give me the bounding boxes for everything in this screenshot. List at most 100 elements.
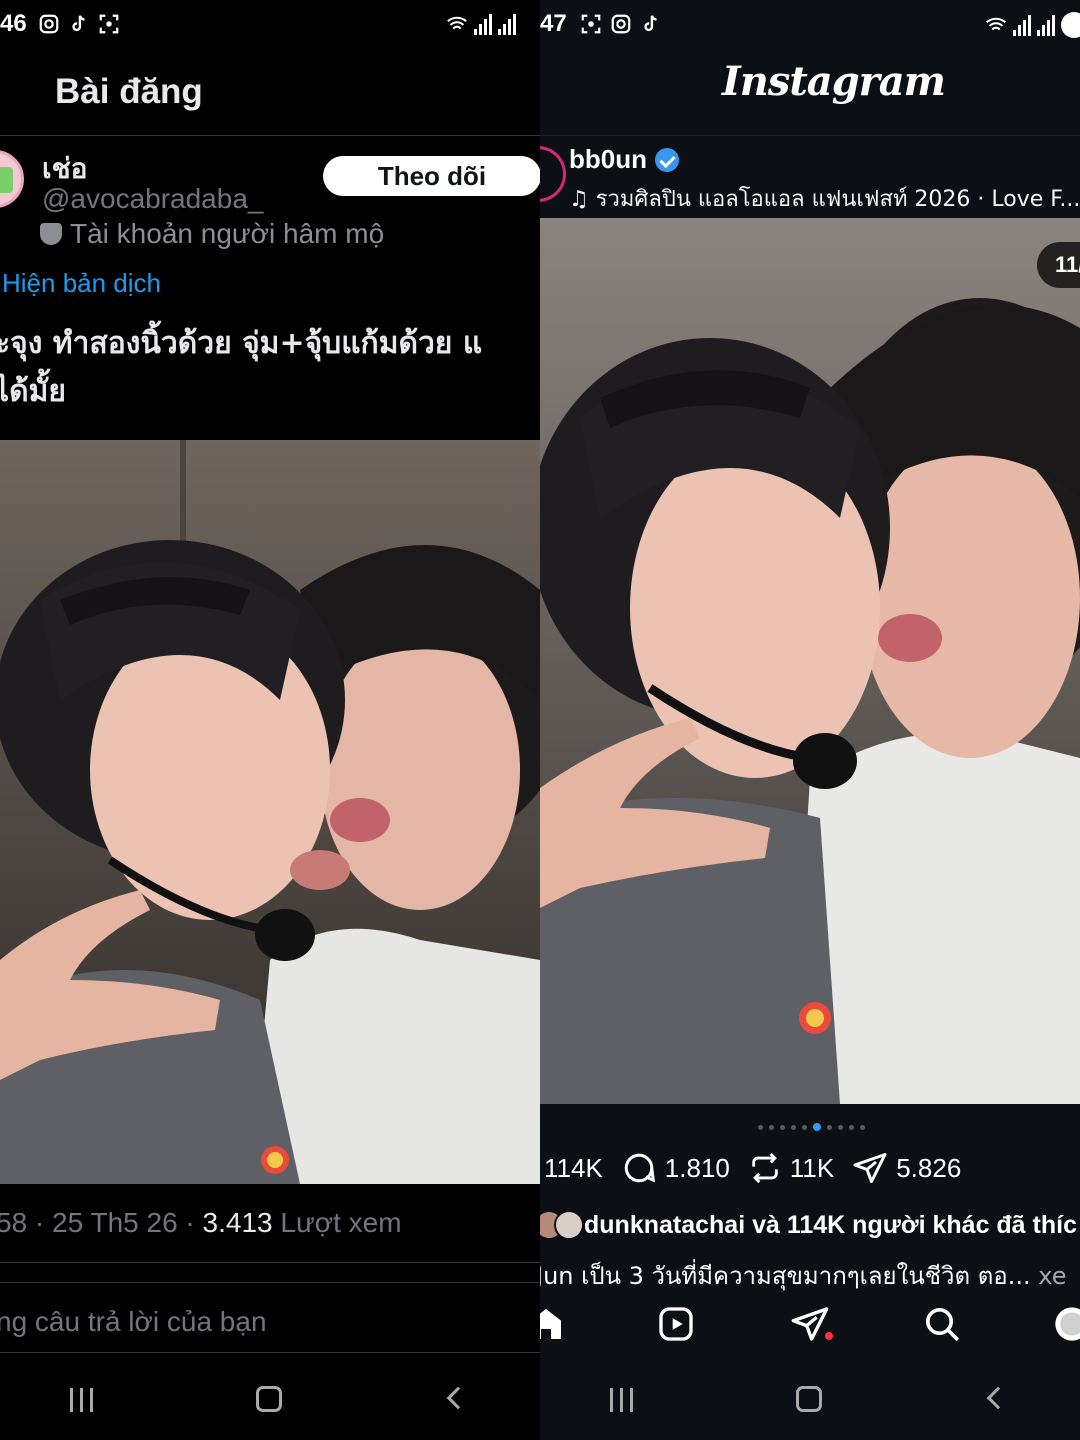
- wifi-icon: [447, 16, 467, 30]
- post-time: 58: [0, 1207, 28, 1238]
- back-button[interactable]: [446, 1386, 470, 1410]
- view-count: 3.413: [202, 1207, 273, 1238]
- signal-icon: [1037, 14, 1055, 36]
- repost-action[interactable]: 11K: [748, 1151, 834, 1185]
- like-count[interactable]: 114K: [544, 1153, 603, 1184]
- screenshot-icon: [99, 14, 119, 34]
- instagram-tab-bar: [540, 1296, 1080, 1356]
- status-system-icons: [985, 12, 1080, 38]
- search-icon[interactable]: [922, 1304, 962, 1344]
- follow-button[interactable]: Theo dõi: [323, 156, 540, 196]
- tiktok-icon: [72, 15, 85, 32]
- battery-icon: [1061, 12, 1080, 38]
- post-date: 25 Th5 26: [52, 1207, 178, 1238]
- reply-input[interactable]: ng câu trả lời của bạn: [0, 1306, 267, 1338]
- comment-icon[interactable]: [621, 1150, 657, 1186]
- screenshot-icon: [581, 14, 601, 34]
- signal-icon: [498, 13, 516, 35]
- carousel-dot: [827, 1124, 832, 1130]
- carousel-dot: [769, 1124, 774, 1130]
- status-system-icons: [446, 12, 516, 36]
- username[interactable]: bb0un: [569, 144, 647, 175]
- share-action[interactable]: 5.826: [852, 1150, 961, 1186]
- send-icon[interactable]: [790, 1304, 830, 1344]
- fan-account-label: Tài khoản người hâm mộ: [70, 218, 385, 249]
- view-label: Lượt xem: [280, 1207, 402, 1238]
- photo-illustration: [0, 440, 540, 1184]
- instagram-icon: [39, 14, 59, 34]
- carousel-dot: [780, 1124, 785, 1130]
- post-meta: 58 · 25 Th5 26 · 3.413 Lượt xem: [0, 1207, 402, 1239]
- divider: [0, 1262, 540, 1263]
- like-action[interactable]: 114K: [544, 1153, 603, 1184]
- instagram-logo[interactable]: Instagram: [722, 58, 946, 105]
- status-notification-icons: [38, 12, 120, 36]
- signal-icon: [474, 13, 492, 35]
- status-bar: 47: [540, 0, 1080, 50]
- carousel-counter: 11/: [1037, 242, 1080, 288]
- divider: [0, 1352, 540, 1353]
- liked-by-text[interactable]: dunknatachai và 114K người khác đã thíc: [584, 1211, 1077, 1240]
- status-time: 47: [540, 10, 567, 37]
- divider: [0, 135, 540, 136]
- verified-badge-icon: [655, 147, 679, 172]
- music-title[interactable]: รวมศิลปิน แอลโอแอล แฟนเฟสท์ 2026 · Love …: [596, 187, 1080, 212]
- system-nav-bar: [540, 1370, 1080, 1440]
- author-handle[interactable]: @avocabradaba_: [42, 183, 263, 215]
- system-nav-bar: [0, 1370, 540, 1440]
- home-button[interactable]: [256, 1386, 282, 1412]
- divider: [540, 135, 1080, 136]
- carousel-indicator: [758, 1123, 865, 1131]
- status-time: 46: [0, 10, 27, 37]
- wifi-icon: [986, 17, 1006, 31]
- carousel-dot: [758, 1124, 763, 1130]
- home-icon[interactable]: [540, 1304, 566, 1344]
- x-app-pane: 46 Bài đăng เช่อ @avocabradaba_ Tài khoả…: [0, 0, 540, 1440]
- show-translation-link[interactable]: Hiện bản dịch: [2, 268, 161, 299]
- back-button[interactable]: [986, 1386, 1010, 1410]
- music-label[interactable]: ♫ รวมศิลปิน แอลโอแอล แฟนเฟสท์ 2026 · Lov…: [569, 181, 1080, 216]
- comment-action[interactable]: 1.810: [621, 1150, 730, 1186]
- post-photo[interactable]: [0, 440, 540, 1184]
- page-title: Bài đăng: [55, 72, 203, 111]
- instagram-app-pane: 47 Instagram bb0un ♫ รวมศิลปิน แอลโอแอล …: [540, 0, 1080, 1440]
- send-icon[interactable]: [852, 1150, 888, 1186]
- post-author[interactable]: bb0un: [569, 144, 679, 175]
- recents-button[interactable]: [610, 1388, 633, 1412]
- carousel-dot: [860, 1124, 865, 1130]
- avatar[interactable]: [540, 146, 566, 202]
- fan-account-badge: Tài khoản người hâm mộ: [40, 218, 384, 250]
- instagram-icon: [611, 14, 631, 34]
- notification-dot: [825, 1332, 833, 1340]
- avatar[interactable]: [0, 150, 24, 208]
- post-photo[interactable]: [540, 218, 1080, 1104]
- comment-count[interactable]: 1.810: [665, 1153, 730, 1184]
- carousel-dot: [838, 1124, 843, 1130]
- tiktok-icon: [644, 15, 657, 32]
- post-actions: 114K 1.810 11K 5.826: [544, 1150, 961, 1186]
- music-note-icon: ♫: [569, 187, 589, 212]
- repost-icon[interactable]: [748, 1151, 782, 1185]
- liked-by-row[interactable]: dunknatachai và 114K người khác đã thíc: [540, 1210, 1077, 1240]
- post-text: ะจุง ทำสองนิ้วด้วย จุ่ม+จุ้บแก้มด้วย แ ไ…: [0, 320, 540, 416]
- share-count[interactable]: 5.826: [896, 1153, 961, 1184]
- post-text-line: ได้มั้ย: [0, 374, 66, 409]
- profile-avatar-icon[interactable]: [1052, 1304, 1080, 1344]
- carousel-dot: [791, 1124, 796, 1130]
- carousel-dot: [802, 1124, 807, 1130]
- caption-text: Jun เป็น 3 วันที่มีความสุขมากๆเลยในชีวิต…: [540, 1262, 1031, 1290]
- reels-icon[interactable]: [656, 1304, 696, 1344]
- signal-icon: [1013, 14, 1031, 36]
- post-text-line: ะจุง ทำสองนิ้วด้วย จุ่ม+จุ้บแก้มด้วย แ: [0, 326, 483, 361]
- mask-icon: [40, 223, 62, 245]
- photo-illustration: [540, 218, 1080, 1104]
- recents-button[interactable]: [70, 1388, 93, 1412]
- post-caption[interactable]: Jun เป็น 3 วันที่มีความสุขมากๆเลยในชีวิต…: [540, 1256, 1066, 1295]
- divider: [0, 1282, 540, 1283]
- caption-more-link[interactable]: xe: [1038, 1262, 1066, 1290]
- home-button[interactable]: [796, 1386, 822, 1412]
- status-bar: 46: [0, 0, 540, 50]
- repost-count[interactable]: 11K: [790, 1153, 834, 1184]
- carousel-dot: [849, 1124, 854, 1130]
- carousel-dot-active: [813, 1123, 821, 1131]
